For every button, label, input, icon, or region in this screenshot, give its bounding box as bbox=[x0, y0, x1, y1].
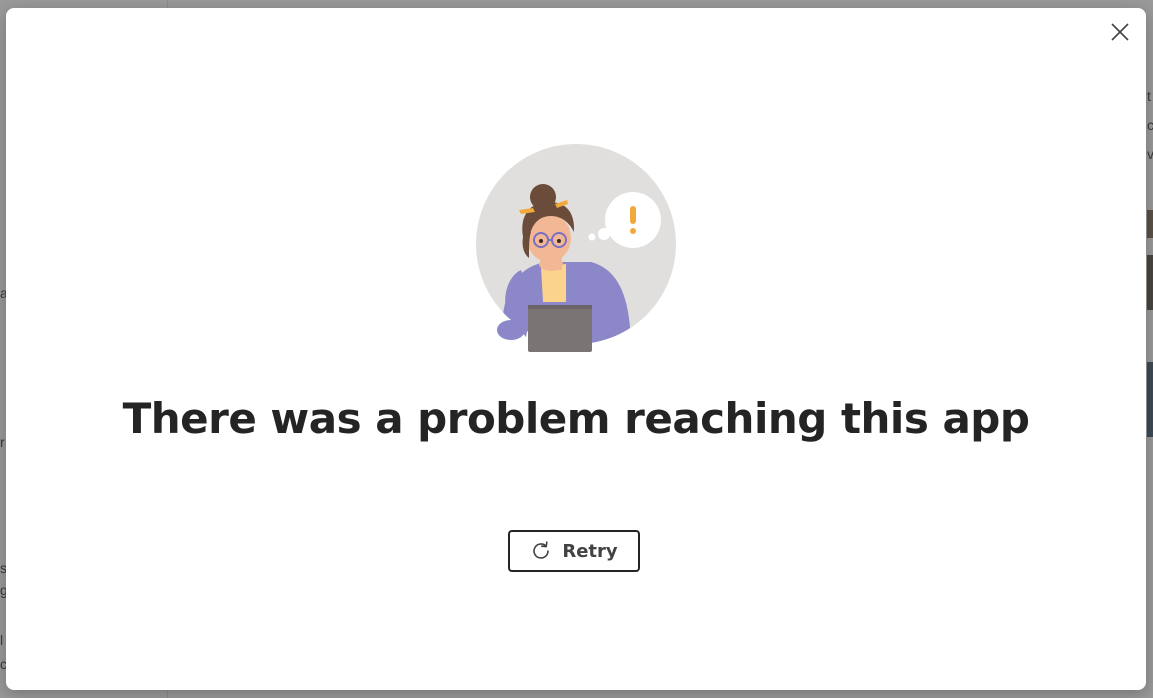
background-text: t bbox=[1147, 88, 1151, 104]
background-text: v bbox=[1147, 146, 1153, 162]
close-button[interactable] bbox=[1104, 18, 1136, 50]
retry-button[interactable]: Retry bbox=[508, 530, 640, 572]
background-thumbnail bbox=[1147, 210, 1153, 238]
error-illustration bbox=[471, 142, 681, 352]
background-text: r bbox=[0, 434, 5, 450]
background-text: l bbox=[0, 632, 4, 648]
background-thumbnail bbox=[1147, 362, 1153, 437]
error-heading: There was a problem reaching this app bbox=[122, 394, 1030, 443]
retry-button-label: Retry bbox=[562, 540, 618, 562]
close-icon bbox=[1110, 22, 1130, 47]
background-thumbnail bbox=[1147, 255, 1153, 310]
error-dialog: There was a problem reaching this app Re… bbox=[6, 8, 1146, 690]
background-text: c bbox=[1147, 117, 1153, 133]
refresh-icon bbox=[530, 540, 552, 562]
